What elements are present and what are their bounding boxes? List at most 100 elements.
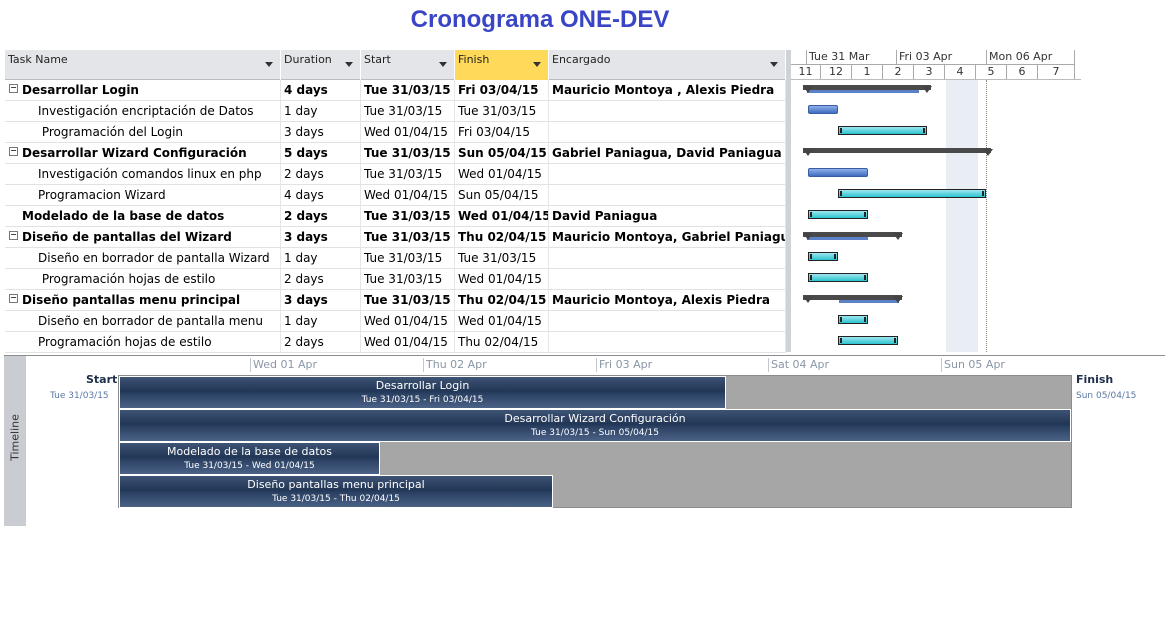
start-cell[interactable]: Wed 01/04/15 (361, 122, 455, 143)
duration-cell[interactable]: 2 days (281, 164, 361, 185)
duration-cell[interactable]: 3 days (281, 122, 361, 143)
dropdown-arrow-icon[interactable] (265, 62, 273, 67)
finish-cell[interactable]: Tue 31/03/15 (455, 101, 549, 122)
task-bar[interactable] (838, 189, 986, 198)
start-cell[interactable]: Wed 01/04/15 (361, 311, 455, 332)
duration-cell[interactable]: 4 days (281, 80, 361, 101)
timeline-bar[interactable]: Diseño pantallas menu principal Tue 31/0… (119, 475, 553, 508)
dropdown-arrow-icon[interactable] (345, 62, 353, 67)
task-name-cell[interactable]: Programacion Wizard (5, 185, 281, 206)
col-header-duration[interactable]: Duration (281, 50, 361, 80)
encargado-cell[interactable]: David Paniagua (549, 206, 786, 227)
duration-cell[interactable]: 1 day (281, 248, 361, 269)
start-cell[interactable]: Tue 31/03/15 (361, 269, 455, 290)
start-cell[interactable]: Tue 31/03/15 (361, 248, 455, 269)
encargado-cell[interactable]: Gabriel Paniagua, David Paniagua (549, 143, 786, 164)
task-row[interactable]: Diseño en borrador de pantalla menu 1 day… (5, 311, 786, 332)
finish-cell[interactable]: Thu 02/04/15 (455, 227, 549, 248)
start-cell[interactable]: Tue 31/03/15 (361, 143, 455, 164)
task-row[interactable]: Programacion Wizard 4 days Wed 01/04/15 Sun… (5, 185, 786, 206)
task-name-cell[interactable]: Modelado de la base de datos (5, 206, 281, 227)
task-name-cell[interactable]: − Desarrollar Wizard Configuración (5, 143, 281, 164)
timeline-bar[interactable]: Desarrollar Login Tue 31/03/15 - Fri 03/… (119, 376, 726, 409)
encargado-cell[interactable] (549, 311, 786, 332)
task-name-cell[interactable]: Diseño en borrador de pantalla menu (5, 311, 281, 332)
encargado-cell[interactable] (549, 332, 786, 353)
duration-cell[interactable]: 3 days (281, 227, 361, 248)
summary-task-row[interactable]: − Desarrollar Login 4 days Tue 31/03/15 Fri … (5, 80, 786, 101)
finish-cell[interactable]: Wed 01/04/15 (455, 206, 549, 227)
task-name-cell[interactable]: − Desarrollar Login (5, 80, 281, 101)
encargado-cell[interactable] (549, 248, 786, 269)
start-cell[interactable]: Tue 31/03/15 (361, 80, 455, 101)
finish-cell[interactable]: Wed 01/04/15 (455, 269, 549, 290)
summary-task-row[interactable]: Modelado de la base de datos 2 days Tue 31… (5, 206, 786, 227)
task-name-cell[interactable]: Programación hojas de estilo (5, 332, 281, 353)
summary-task-row[interactable]: − Desarrollar Wizard Configuración 5 days T… (5, 143, 786, 164)
timeline-bar[interactable]: Modelado de la base de datos Tue 31/03/1… (119, 442, 380, 475)
encargado-cell[interactable] (549, 185, 786, 206)
duration-cell[interactable]: 3 days (281, 290, 361, 311)
summary-task-row[interactable]: − Diseño de pantallas del Wizard 3 days Tue… (5, 227, 786, 248)
task-name-cell[interactable]: Investigación comandos linux en php (5, 164, 281, 185)
task-row[interactable]: Investigación comandos linux en php 2 day… (5, 164, 786, 185)
task-bar[interactable] (808, 105, 838, 114)
collapse-toggle-icon[interactable]: − (9, 147, 18, 156)
finish-cell[interactable]: Sun 05/04/15 (455, 143, 549, 164)
col-header-finish[interactable]: Finish (455, 50, 549, 80)
encargado-cell[interactable]: Mauricio Montoya , Alexis Piedra (549, 80, 786, 101)
finish-cell[interactable]: Wed 01/04/15 (455, 311, 549, 332)
finish-cell[interactable]: Thu 02/04/15 (455, 332, 549, 353)
task-name-cell[interactable]: Diseño en borrador de pantalla Wizard (5, 248, 281, 269)
collapse-toggle-icon[interactable]: − (9, 294, 18, 303)
task-row[interactable]: Diseño en borrador de pantalla Wizard 1 d… (5, 248, 786, 269)
task-name-cell[interactable]: − Diseño pantallas menu principal (5, 290, 281, 311)
col-header-start[interactable]: Start (361, 50, 455, 80)
task-bar[interactable] (808, 252, 838, 261)
task-bar[interactable] (808, 168, 868, 177)
task-row[interactable]: Programación hojas de estilo 2 days Wed 01… (5, 332, 786, 353)
task-name-cell[interactable]: Investigación encriptación de Datos (5, 101, 281, 122)
task-row[interactable]: Programación hojas de estilo 2 days Tue 31… (5, 269, 786, 290)
start-cell[interactable]: Tue 31/03/15 (361, 164, 455, 185)
duration-cell[interactable]: 2 days (281, 206, 361, 227)
duration-cell[interactable]: 2 days (281, 332, 361, 353)
timeline-bar[interactable]: Desarrollar Wizard Configuración Tue 31/… (119, 409, 1071, 442)
dropdown-arrow-icon[interactable] (770, 62, 778, 67)
summary-bar[interactable] (803, 148, 991, 153)
finish-cell[interactable]: Fri 03/04/15 (455, 80, 549, 101)
finish-cell[interactable]: Sun 05/04/15 (455, 185, 549, 206)
task-bar[interactable] (808, 273, 868, 282)
start-cell[interactable]: Wed 01/04/15 (361, 185, 455, 206)
collapse-toggle-icon[interactable]: − (9, 84, 18, 93)
timeline-side-tab[interactable]: Timeline (4, 356, 26, 526)
col-header-task-name[interactable]: Task Name (5, 50, 281, 80)
encargado-cell[interactable] (549, 269, 786, 290)
start-cell[interactable]: Tue 31/03/15 (361, 206, 455, 227)
encargado-cell[interactable] (549, 122, 786, 143)
task-name-cell[interactable]: Programación del Login (5, 122, 281, 143)
task-bar[interactable] (838, 126, 927, 135)
collapse-toggle-icon[interactable]: − (9, 231, 18, 240)
task-row[interactable]: Investigación encriptación de Datos 1 day… (5, 101, 786, 122)
duration-cell[interactable]: 4 days (281, 185, 361, 206)
col-header-encargado[interactable]: Encargado (549, 50, 786, 80)
task-row[interactable]: Programación del Login 3 days Wed 01/04/15… (5, 122, 786, 143)
duration-cell[interactable]: 1 day (281, 311, 361, 332)
dropdown-arrow-icon[interactable] (439, 62, 447, 67)
duration-cell[interactable]: 2 days (281, 269, 361, 290)
summary-task-row[interactable]: − Diseño pantallas menu principal 3 days Tu… (5, 290, 786, 311)
duration-cell[interactable]: 5 days (281, 143, 361, 164)
task-bar[interactable] (838, 336, 898, 345)
finish-cell[interactable]: Tue 31/03/15 (455, 248, 549, 269)
start-cell[interactable]: Tue 31/03/15 (361, 101, 455, 122)
task-name-cell[interactable]: Programación hojas de estilo (5, 269, 281, 290)
start-cell[interactable]: Tue 31/03/15 (361, 227, 455, 248)
task-name-cell[interactable]: − Diseño de pantallas del Wizard (5, 227, 281, 248)
encargado-cell[interactable] (549, 164, 786, 185)
finish-cell[interactable]: Fri 03/04/15 (455, 122, 549, 143)
start-cell[interactable]: Tue 31/03/15 (361, 290, 455, 311)
start-cell[interactable]: Wed 01/04/15 (361, 332, 455, 353)
task-bar[interactable] (838, 315, 868, 324)
dropdown-arrow-icon[interactable] (533, 62, 541, 67)
